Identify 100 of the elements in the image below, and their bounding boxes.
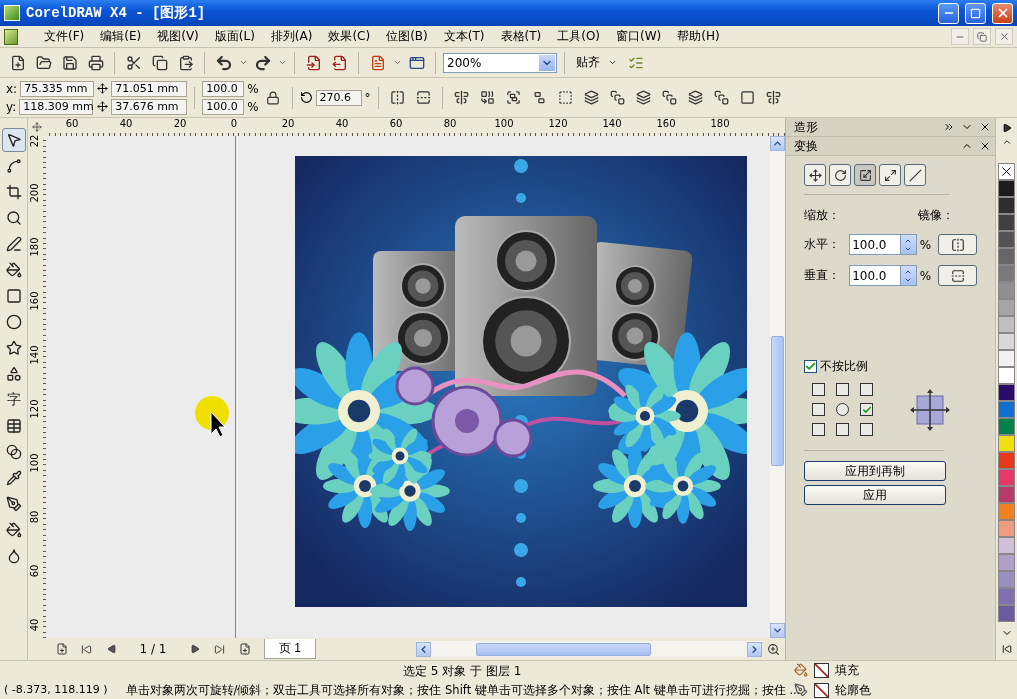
scroll-up-button[interactable] — [770, 136, 785, 151]
close-button[interactable] — [995, 28, 1013, 45]
degree-label: ° — [364, 90, 371, 105]
menu-item[interactable]: 效果(C) — [322, 26, 377, 47]
restore-button[interactable] — [973, 28, 991, 45]
anchor-checkbox[interactable] — [812, 383, 825, 396]
menu-item[interactable]: 排列(A) — [264, 26, 319, 47]
color-swatch[interactable] — [998, 299, 1015, 316]
scale-icon[interactable] — [854, 164, 876, 186]
close-icon[interactable] — [979, 121, 991, 133]
color-swatch[interactable] — [998, 469, 1015, 486]
menu-item[interactable]: 版面(L) — [208, 26, 261, 47]
x-position-field[interactable]: 75.335 mm — [20, 80, 95, 97]
color-swatch[interactable] — [998, 316, 1015, 333]
color-swatch[interactable] — [998, 605, 1015, 622]
mirror-vertical-icon[interactable] — [938, 265, 977, 286]
maximize-button[interactable] — [965, 2, 986, 24]
color-swatch[interactable] — [998, 588, 1015, 605]
color-swatch[interactable] — [998, 537, 1015, 554]
height-field[interactable]: 37.676 mm — [111, 98, 188, 115]
position-icon[interactable] — [804, 164, 826, 186]
mirror-horizontal-icon[interactable] — [938, 234, 977, 255]
anchor-checkbox[interactable] — [860, 423, 873, 436]
palette-menu-icon[interactable] — [1001, 123, 1012, 133]
vertical-scale-field[interactable]: 100.0 — [849, 265, 901, 286]
close-icon[interactable] — [979, 140, 991, 152]
ruler-label: 200 — [30, 183, 40, 203]
menu-item[interactable]: 文本(T) — [437, 26, 491, 47]
scale-x-field[interactable]: 100.0 — [202, 80, 245, 97]
page-tab[interactable]: 页 1 — [264, 639, 316, 659]
horizontal-scale-field[interactable]: 100.0 — [849, 234, 901, 255]
color-swatch[interactable] — [998, 350, 1015, 367]
color-swatch[interactable] — [998, 486, 1015, 503]
horizontal-label: 水平： — [804, 236, 841, 253]
ruler-label: 60 — [64, 118, 80, 131]
color-swatch[interactable] — [998, 333, 1015, 350]
percent-label: % — [919, 268, 932, 283]
menu-item[interactable]: 编辑(E) — [94, 26, 148, 47]
menu-item[interactable]: 帮助(H) — [671, 26, 726, 47]
skew-icon[interactable] — [904, 164, 926, 186]
scale-y-field[interactable]: 100.0 — [202, 98, 245, 115]
scroll-right-button[interactable] — [747, 641, 763, 657]
anchor-checkbox[interactable] — [812, 423, 825, 436]
zoom-level-dropdown[interactable]: 200% — [443, 52, 557, 73]
scroll-down-button[interactable] — [770, 623, 785, 638]
scrollbar-thumb[interactable] — [771, 336, 784, 466]
color-swatch[interactable] — [998, 197, 1015, 214]
snap-dropdown[interactable]: 贴齐 — [572, 54, 621, 71]
anchor-radio[interactable] — [836, 403, 849, 416]
color-swatch[interactable] — [998, 367, 1015, 384]
color-swatch[interactable] — [998, 265, 1015, 282]
docker-title: 变换 — [794, 137, 819, 155]
text-tool[interactable]: 字 — [1, 388, 26, 412]
menu-item[interactable]: 位图(B) — [380, 26, 434, 47]
color-swatch[interactable] — [998, 520, 1015, 537]
rotation-field[interactable]: 270.6 — [315, 89, 362, 106]
color-swatch[interactable] — [998, 401, 1015, 418]
color-swatch[interactable] — [998, 418, 1015, 435]
pointer-icon[interactable] — [1, 128, 26, 152]
menu-item[interactable]: 视图(V) — [151, 26, 205, 47]
anchor-checkbox[interactable] — [860, 403, 873, 416]
caret-icon — [608, 58, 617, 67]
palette-end-icon[interactable] — [1001, 644, 1012, 654]
apply-to-duplicate-button[interactable]: 应用到再制 — [804, 461, 946, 481]
y-position-field[interactable]: 118.309 mm — [19, 98, 94, 115]
anchor-checkbox[interactable] — [836, 423, 849, 436]
menu-item[interactable]: 窗口(W) — [610, 26, 668, 47]
menu-item[interactable]: 文件(F) — [38, 26, 91, 47]
scroll-up-icon[interactable] — [1001, 137, 1012, 147]
anchor-checkbox[interactable] — [812, 403, 825, 416]
color-swatch[interactable] — [998, 384, 1015, 401]
color-swatch[interactable] — [998, 452, 1015, 469]
ruler-label: 120 — [30, 399, 40, 419]
arrow-up-icon — [772, 138, 783, 149]
size-icon[interactable] — [879, 164, 901, 186]
no-color-swatch[interactable] — [998, 163, 1015, 180]
apply-button[interactable]: 应用 — [804, 485, 946, 505]
color-swatch[interactable] — [998, 554, 1015, 571]
anchor-checkbox[interactable] — [860, 383, 873, 396]
color-swatch[interactable] — [998, 571, 1015, 588]
menu-item[interactable]: 工具(O) — [551, 26, 606, 47]
anchor-checkbox[interactable] — [836, 383, 849, 396]
color-swatch[interactable] — [998, 282, 1015, 299]
cursor-coordinates: ( -8.373, 118.119 ) — [4, 682, 108, 698]
scrollbar-thumb[interactable] — [476, 642, 651, 656]
color-swatch[interactable] — [998, 503, 1015, 520]
rotate-icon[interactable] — [829, 164, 851, 186]
document-icon — [4, 28, 18, 45]
expand-icon[interactable] — [943, 121, 955, 133]
checkbox[interactable] — [804, 360, 817, 373]
scroll-left-button[interactable] — [416, 641, 431, 657]
ruler-label: 20 — [172, 118, 188, 131]
color-swatch[interactable] — [998, 231, 1015, 248]
color-swatch[interactable] — [998, 248, 1015, 265]
width-field[interactable]: 71.051 mm — [111, 80, 188, 97]
ruler-label: 60 — [388, 118, 404, 131]
color-swatch[interactable] — [998, 180, 1015, 197]
menu-item[interactable]: 表格(T) — [494, 26, 548, 47]
color-swatch[interactable] — [998, 214, 1015, 231]
color-swatch[interactable] — [998, 435, 1015, 452]
